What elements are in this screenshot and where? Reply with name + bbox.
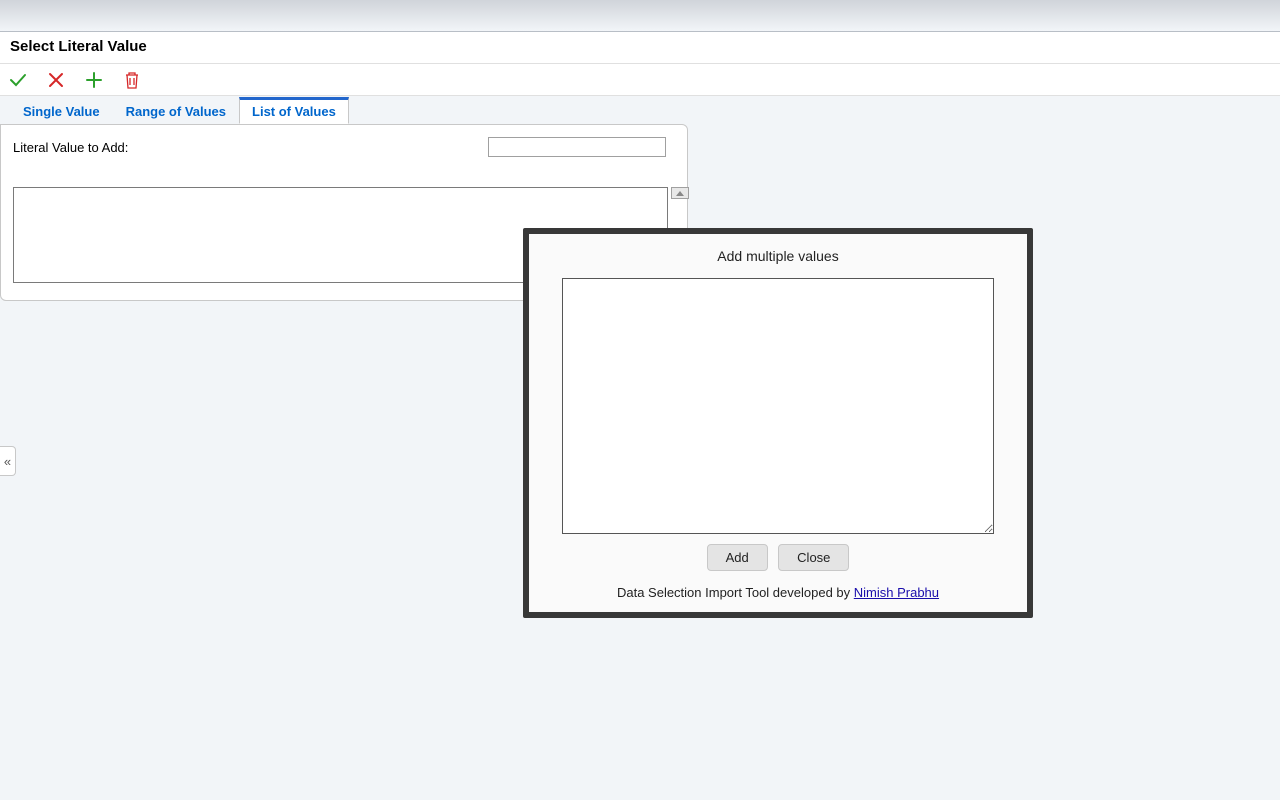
modal-add-button[interactable]: Add bbox=[707, 544, 768, 571]
tab-single-value[interactable]: Single Value bbox=[10, 99, 113, 124]
literal-value-label: Literal Value to Add: bbox=[13, 140, 128, 155]
collapse-sidebar-button[interactable]: « bbox=[0, 446, 16, 476]
checkmark-icon bbox=[8, 70, 28, 90]
modal-close-button[interactable]: Close bbox=[778, 544, 849, 571]
add-multiple-values-modal: Add multiple values Add Close Data Selec… bbox=[523, 228, 1033, 618]
cancel-button[interactable] bbox=[46, 70, 66, 90]
close-icon bbox=[46, 70, 66, 90]
developer-link[interactable]: Nimish Prabhu bbox=[854, 585, 939, 600]
tabs: Single Value Range of Values List of Val… bbox=[0, 96, 1280, 124]
delete-button[interactable] bbox=[122, 70, 142, 90]
add-button[interactable] bbox=[84, 70, 104, 90]
trash-icon bbox=[124, 71, 140, 89]
link-text: Nimish Prabhu bbox=[854, 585, 939, 600]
modal-footer: Data Selection Import Tool developed by … bbox=[549, 585, 1007, 600]
toolbar bbox=[0, 64, 1280, 96]
modal-title: Add multiple values bbox=[549, 248, 1007, 264]
footer-text: Data Selection Import Tool developed by bbox=[617, 585, 854, 600]
tab-label: List of Values bbox=[252, 104, 336, 119]
multiple-values-textarea[interactable] bbox=[562, 278, 994, 534]
top-bar bbox=[0, 0, 1280, 32]
scroll-up-button[interactable] bbox=[671, 187, 689, 199]
button-label: Close bbox=[797, 550, 830, 565]
tab-label: Range of Values bbox=[126, 104, 226, 119]
tab-range-of-values[interactable]: Range of Values bbox=[113, 99, 239, 124]
page-title-bar: Select Literal Value bbox=[0, 32, 1280, 64]
ok-button[interactable] bbox=[8, 70, 28, 90]
literal-value-row: Literal Value to Add: bbox=[13, 137, 675, 157]
plus-icon bbox=[84, 70, 104, 90]
modal-buttons: Add Close bbox=[549, 544, 1007, 571]
tab-list-of-values[interactable]: List of Values bbox=[239, 97, 349, 124]
tab-label: Single Value bbox=[23, 104, 100, 119]
button-label: Add bbox=[726, 550, 749, 565]
page-title: Select Literal Value bbox=[10, 38, 147, 55]
chevron-left-icon: « bbox=[4, 454, 11, 469]
literal-value-input[interactable] bbox=[488, 137, 666, 157]
